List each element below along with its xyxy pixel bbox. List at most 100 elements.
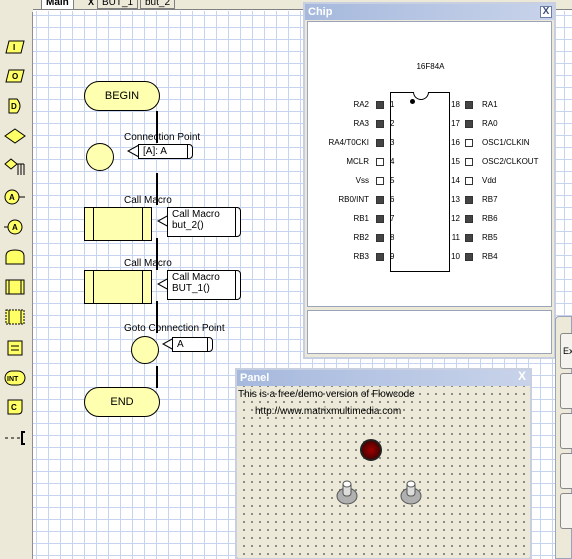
pin-indicator[interactable] (376, 215, 384, 223)
call-macro-2-callout-line1: Call Macro (172, 272, 220, 283)
push-switch-2-icon[interactable] (400, 479, 422, 505)
input-icon[interactable]: I (4, 37, 26, 57)
comment-icon[interactable]: C (4, 397, 26, 417)
connection-point-callout-text: [A]: A (143, 146, 167, 157)
pin-indicator[interactable] (465, 101, 473, 109)
begin-terminal[interactable]: BEGIN (84, 81, 160, 111)
pin-label: RB7 (482, 195, 498, 204)
pin-indicator[interactable] (376, 253, 384, 261)
pin-number: 17 (451, 119, 460, 128)
delay-icon[interactable]: D (4, 96, 26, 116)
push-switch-1-icon[interactable] (336, 479, 358, 505)
panel-window-title: Panel (240, 372, 270, 384)
begin-label: BEGIN (104, 90, 140, 102)
pin-indicator[interactable] (465, 253, 473, 261)
goto-node[interactable] (131, 336, 159, 364)
calculation-icon[interactable]: A (4, 187, 26, 207)
svg-text:I: I (13, 43, 15, 52)
pin-label: Vdd (482, 176, 497, 185)
end-terminal[interactable]: END (84, 387, 160, 417)
side-button-5[interactable] (560, 493, 572, 529)
chip-pin-row: MCLR 4 15 OSC2/CLKOUT (308, 156, 553, 168)
close-icon[interactable]: X (516, 370, 528, 383)
pin-label: RB5 (482, 233, 498, 242)
panel-canvas[interactable]: This is a free/demo version of Flowcode … (238, 386, 529, 558)
stop-icon[interactable] (4, 428, 26, 448)
call-macro-1-callout: Call Macro but_2() (167, 207, 241, 237)
panel-window[interactable]: Panel X This is a free/demo version of F… (235, 368, 532, 559)
pin-label: OSC1/CLKIN (482, 138, 530, 147)
goto-title: Goto Connection Point (124, 323, 225, 334)
pin-indicator[interactable] (376, 177, 384, 185)
chip-window-titlebar[interactable]: Chip X (305, 4, 554, 20)
call-macro-2-callout-line2: BUT_1() (172, 283, 210, 294)
pin-indicator[interactable] (465, 177, 473, 185)
chip-pin-row: RB2 8 11 RB5 (308, 232, 553, 244)
chip-info-area (307, 310, 552, 354)
callout-scroll (235, 207, 241, 237)
tab-but-1-label: BUT_1 (102, 0, 134, 8)
loop-icon[interactable] (4, 247, 26, 267)
call-macro-2-box[interactable] (84, 270, 152, 304)
pin-number: 2 (390, 119, 395, 128)
side-button-2[interactable] (560, 373, 572, 409)
close-icon[interactable]: X (540, 6, 552, 18)
chip-name: 16F84A (416, 62, 445, 71)
pin-number: 5 (390, 176, 395, 185)
svg-text:A: A (9, 193, 15, 202)
pin-label: RB6 (482, 214, 498, 223)
pin-indicator[interactable] (465, 215, 473, 223)
pin-label: RB0/INT (338, 195, 369, 204)
side-button-1-label: Ex (563, 346, 572, 356)
switch-icon[interactable] (4, 157, 26, 177)
pin-indicator[interactable] (465, 120, 473, 128)
tab-but-1[interactable]: BUT_1 (97, 0, 139, 9)
chip-view: 16F84A RA2 1 18 RA1 RA3 2 17 RA0 RA4/T0CKI 3 16 OSC… (307, 21, 552, 307)
pin-indicator[interactable] (465, 196, 473, 204)
pin-indicator[interactable] (376, 158, 384, 166)
pin-indicator[interactable] (376, 234, 384, 242)
decision-icon[interactable] (4, 126, 26, 146)
close-icon[interactable]: X (88, 0, 94, 7)
pin-label: RB1 (353, 214, 369, 223)
pin-number: 11 (451, 233, 460, 242)
pin-indicator[interactable] (465, 139, 473, 147)
callout-scroll (235, 270, 241, 300)
pin-indicator[interactable] (376, 101, 384, 109)
icon-toolbar: I O D A A INT C (0, 0, 33, 559)
component-macro-icon[interactable] (4, 307, 26, 327)
side-button-3[interactable] (560, 413, 572, 449)
pin-indicator[interactable] (376, 139, 384, 147)
side-button-4[interactable] (560, 453, 572, 489)
end-label: END (110, 396, 134, 408)
chip-window[interactable]: Chip X 16F84A RA2 1 18 RA1 RA3 2 17 RA0 RA4/T0CK… (303, 2, 556, 359)
pin-indicator[interactable] (376, 196, 384, 204)
svg-text:C: C (11, 403, 17, 412)
output-icon[interactable]: O (4, 66, 26, 86)
pin-label: RA1 (482, 100, 498, 109)
side-button-1[interactable]: Ex (560, 333, 572, 369)
chip-pin-row: RA4/T0CKI 3 16 OSC1/CLKIN (308, 137, 553, 149)
pin-number: 10 (451, 252, 460, 261)
pin-number: 14 (451, 176, 460, 185)
pin-label: RA3 (353, 119, 369, 128)
connection-point-node[interactable] (86, 143, 114, 171)
code-icon[interactable] (4, 338, 26, 358)
chip-pin-row: RB3 9 10 RB4 (308, 251, 553, 263)
pin-indicator[interactable] (465, 158, 473, 166)
pin-indicator[interactable] (465, 234, 473, 242)
pin-number: 8 (390, 233, 395, 242)
call-macro-1-box[interactable] (84, 207, 152, 241)
callout-scroll (207, 337, 213, 352)
macro-icon[interactable] (4, 277, 26, 297)
pin-number: 16 (451, 138, 460, 147)
chip-pin-row: RB0/INT 6 13 RB7 (308, 194, 553, 206)
interrupt-icon[interactable]: INT (4, 368, 26, 388)
pin-indicator[interactable] (376, 120, 384, 128)
tab-but-2[interactable]: but_2 (140, 0, 176, 9)
call-macro-1-callout-line2: but_2() (172, 220, 204, 231)
pin-label: RB2 (353, 233, 369, 242)
connection-point-icon[interactable]: A (4, 217, 26, 237)
tab-main[interactable]: Main (41, 0, 74, 9)
panel-window-titlebar[interactable]: Panel X (237, 370, 530, 386)
